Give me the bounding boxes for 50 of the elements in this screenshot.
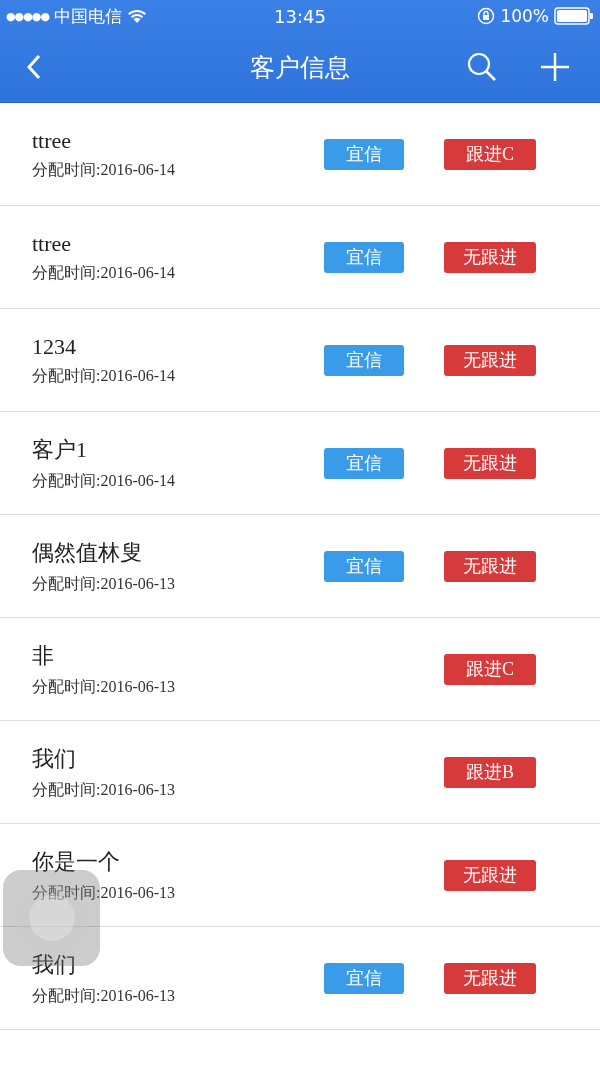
channel-tag: 宜信 bbox=[324, 344, 404, 376]
channel-tag: 宜信 bbox=[324, 447, 404, 479]
status-tag: 跟进C bbox=[444, 653, 536, 685]
customer-row[interactable]: 1234 分配时间:2016-06-14 宜信 无跟进 bbox=[0, 309, 600, 412]
customer-row[interactable]: 非 分配时间:2016-06-13 跟进C bbox=[0, 618, 600, 721]
battery-icon bbox=[554, 7, 594, 25]
assigned-date: 分配时间:2016-06-14 bbox=[32, 159, 177, 180]
customer-name: 你是一个 bbox=[32, 847, 121, 876]
rotation-lock-icon bbox=[477, 7, 496, 25]
customer-name: 客户1 bbox=[32, 435, 88, 464]
assigned-date: 分配时间:2016-06-14 bbox=[32, 470, 177, 491]
status-tag: 跟进B bbox=[444, 756, 536, 788]
customer-row[interactable]: 我们 分配时间:2016-06-13 宜信 无跟进 bbox=[0, 927, 600, 1030]
customer-row[interactable]: ttree 分配时间:2016-06-14 宜信 跟进C bbox=[0, 103, 600, 206]
page-title: 客户信息 bbox=[250, 51, 350, 84]
customer-row[interactable]: 偶然值林叟 分配时间:2016-06-13 宜信 无跟进 bbox=[0, 515, 600, 618]
customer-name: ttree bbox=[32, 127, 73, 154]
battery-percent: 100% bbox=[500, 6, 549, 26]
customer-row[interactable]: 我们 分配时间:2016-06-13 跟进B bbox=[0, 721, 600, 824]
status-tag: 无跟进 bbox=[444, 859, 536, 891]
channel-tag: 宜信 bbox=[324, 550, 404, 582]
channel-tag: 宜信 bbox=[324, 138, 404, 170]
channel-tag: 宜信 bbox=[324, 962, 404, 994]
carrier-name: 中国电信 bbox=[54, 4, 122, 28]
signal-dots: ●●●●● bbox=[6, 9, 49, 23]
status-time: 13:45 bbox=[274, 5, 326, 27]
status-tag: 无跟进 bbox=[444, 241, 536, 273]
assigned-date: 分配时间:2016-06-13 bbox=[32, 573, 177, 594]
customer-row[interactable]: ttree 分配时间:2016-06-14 宜信 无跟进 bbox=[0, 206, 600, 309]
wifi-icon bbox=[127, 8, 147, 24]
customer-name: ttree bbox=[32, 230, 73, 257]
customer-name: 我们 bbox=[32, 744, 77, 773]
customer-row[interactable]: 客户1 分配时间:2016-06-14 宜信 无跟进 bbox=[0, 412, 600, 515]
assigned-date: 分配时间:2016-06-13 bbox=[32, 882, 177, 903]
status-tag: 无跟进 bbox=[444, 447, 536, 479]
customer-row[interactable]: 你是一个 分配时间:2016-06-13 无跟进 bbox=[0, 824, 600, 927]
assigned-date: 分配时间:2016-06-14 bbox=[32, 365, 177, 386]
customer-name: 我们 bbox=[32, 950, 77, 979]
assigned-date: 分配时间:2016-06-13 bbox=[32, 676, 177, 697]
assigned-date: 分配时间:2016-06-13 bbox=[32, 985, 177, 1006]
customer-name: 偶然值林叟 bbox=[32, 538, 143, 567]
status-tag: 无跟进 bbox=[444, 344, 536, 376]
status-tag: 跟进C bbox=[444, 138, 536, 170]
status-tag: 无跟进 bbox=[444, 550, 536, 582]
assigned-date: 分配时间:2016-06-14 bbox=[32, 262, 177, 283]
assigned-date: 分配时间:2016-06-13 bbox=[32, 779, 177, 800]
status-tag: 无跟进 bbox=[444, 962, 536, 994]
customer-name: 1234 bbox=[32, 333, 77, 360]
channel-tag: 宜信 bbox=[324, 241, 404, 273]
customer-name: 非 bbox=[32, 641, 55, 670]
